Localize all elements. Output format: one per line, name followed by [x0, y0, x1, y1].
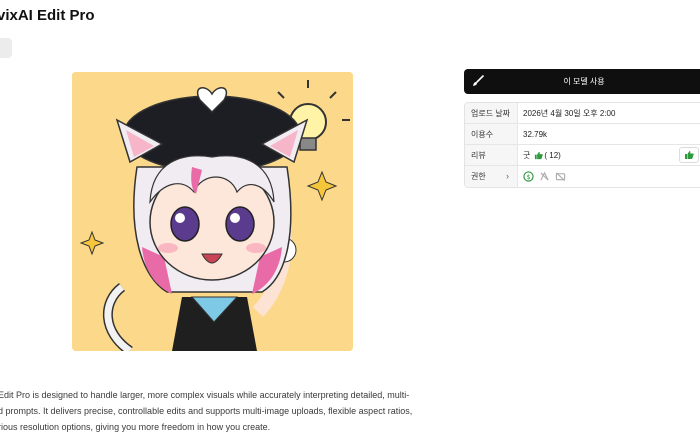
commercial-use-icon: $	[523, 171, 534, 182]
page-title: vixAI Edit Pro	[0, 7, 95, 24]
info-row-review: 리뷰 굿 ( 12)	[465, 145, 700, 166]
info-row-upload-date: 업로드 날짜 2026년 4월 30일 오후 2:00	[465, 103, 700, 124]
review-value: 굿	[523, 150, 531, 160]
share-restricted-icon	[539, 171, 550, 182]
description-line: d prompts. It delivers precise, controll…	[0, 406, 413, 416]
review-count-group: ( 12)	[534, 150, 561, 160]
upload-date-label: 업로드 날짜	[465, 103, 518, 123]
brush-icon	[472, 75, 484, 89]
permissions-label: 권한	[471, 172, 486, 181]
use-model-label: 이 모델 사용	[563, 77, 605, 86]
anime-catgirl-image	[72, 72, 353, 351]
permissions-icons: $	[518, 166, 700, 187]
chevron-right-icon[interactable]: ›	[506, 171, 509, 181]
thumbs-up-icon	[685, 151, 694, 159]
description-line: Edit Pro is designed to handle larger, m…	[0, 390, 410, 400]
usage-value: 32.79k	[523, 129, 548, 139]
permissions-label-cell[interactable]: 권한 ›	[465, 166, 518, 187]
svg-text:$: $	[526, 173, 530, 181]
model-info-table: 업로드 날짜 2026년 4월 30일 오후 2:00 이용수 32.79k 리…	[464, 102, 700, 188]
back-chip[interactable]	[0, 38, 12, 58]
use-model-button[interactable]: 이 모델 사용	[464, 69, 700, 94]
model-description: Edit Pro is designed to handle larger, m…	[0, 387, 458, 435]
upload-date-value: 2026년 4월 30일 오후 2:00	[523, 108, 616, 118]
description-line: rious resolution options, giving you mor…	[0, 422, 271, 432]
thumbs-up-icon	[535, 151, 544, 159]
thumbs-up-button[interactable]	[679, 147, 699, 163]
info-row-usage: 이용수 32.79k	[465, 124, 700, 145]
model-preview-image[interactable]	[72, 72, 353, 351]
image-restricted-icon	[555, 171, 566, 182]
usage-label: 이용수	[465, 124, 518, 144]
info-row-permissions[interactable]: 권한 › $	[465, 166, 700, 187]
review-count: ( 12)	[544, 150, 561, 160]
review-label: 리뷰	[465, 145, 518, 165]
review-value-cell: 굿 ( 12)	[518, 145, 700, 165]
